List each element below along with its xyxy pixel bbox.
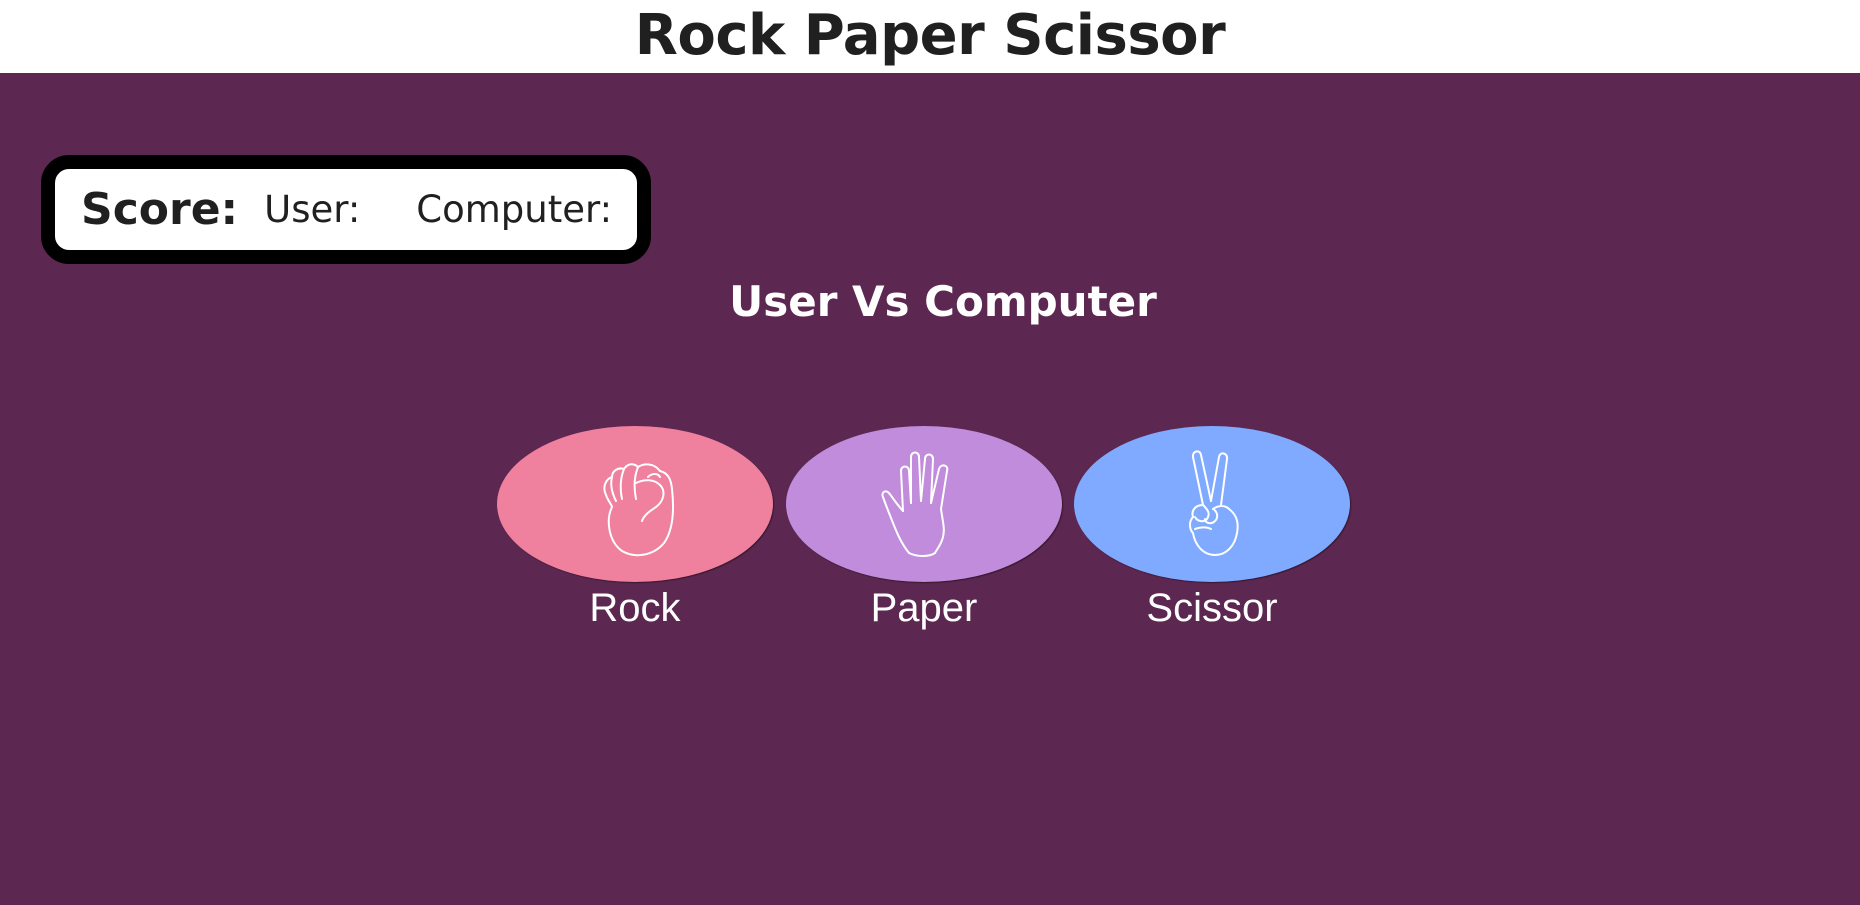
paper-label[interactable]: Paper bbox=[786, 586, 1062, 631]
page: Rock Paper Scissor Score: User: Computer… bbox=[0, 0, 1860, 905]
scissor-label[interactable]: Scissor bbox=[1074, 586, 1350, 631]
choice-scissor[interactable]: Scissor bbox=[1074, 426, 1350, 631]
app-header: Rock Paper Scissor bbox=[0, 0, 1860, 73]
score-board: Score: User: Computer: bbox=[41, 155, 651, 264]
app-title: Rock Paper Scissor bbox=[634, 3, 1226, 68]
open-hand-icon bbox=[881, 451, 949, 557]
computer-score: Computer: bbox=[416, 188, 613, 231]
scissor-button[interactable] bbox=[1074, 426, 1350, 582]
user-score: User: bbox=[264, 188, 361, 231]
choice-rock[interactable]: Rock bbox=[497, 426, 773, 631]
fist-icon bbox=[603, 463, 674, 557]
game-area: Score: User: Computer: User Vs Computer bbox=[0, 73, 1860, 905]
paper-button[interactable] bbox=[786, 426, 1062, 582]
peace-sign-icon bbox=[1189, 450, 1239, 556]
choice-paper[interactable]: Paper bbox=[786, 426, 1062, 631]
score-label: Score: bbox=[81, 184, 239, 235]
rock-label[interactable]: Rock bbox=[497, 586, 773, 631]
choices-container: Rock Paper Scissor bbox=[0, 426, 1860, 646]
versus-title: User Vs Computer bbox=[729, 277, 1157, 326]
rock-button[interactable] bbox=[497, 426, 773, 582]
